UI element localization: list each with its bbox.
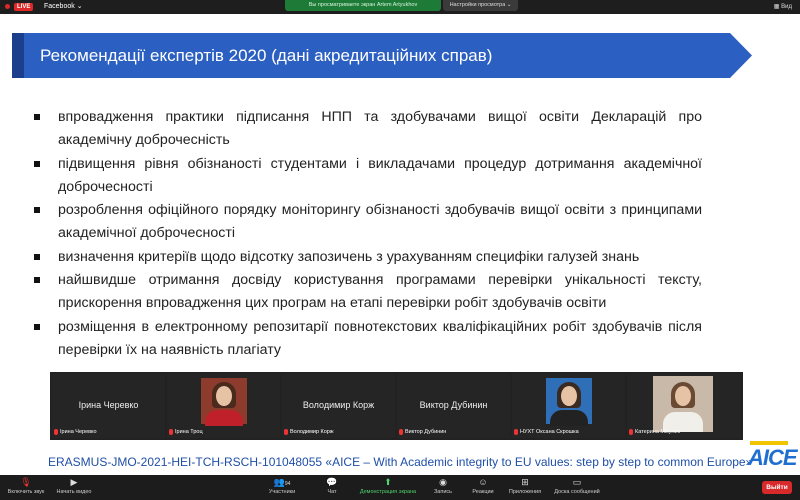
record-button[interactable]: ◉ Запись <box>428 477 458 495</box>
share-screen-icon: ⬆ <box>384 477 392 487</box>
participant-name-large: Володимир Корж <box>302 400 375 410</box>
bullet-text: впровадження практики підписання НПП та … <box>58 109 702 148</box>
list-item: впровадження практики підписання НПП та … <box>30 106 702 152</box>
participant-label: Ірина Троц <box>175 429 203 435</box>
bullet-text: визначення критеріїв щодо відсотку запоз… <box>58 248 640 265</box>
mic-muted-icon <box>399 429 403 435</box>
apps-button[interactable]: ⊞ Приложения <box>504 477 546 495</box>
participant-label: НУХТ Оксана Скрошка <box>520 429 579 435</box>
screen-share-notice: Вы просматриваете экран Artem Artyukhov <box>285 0 441 11</box>
participant-video <box>653 376 713 432</box>
mic-muted-icon <box>54 429 58 435</box>
list-item: визначення критеріїв щодо відсотку запоз… <box>30 246 702 269</box>
bullet-text: найшвидше отримання досвіду користування… <box>58 272 702 311</box>
participants-icon: 👥 <box>273 477 285 487</box>
participant-name-large: Ірина Черевко <box>78 400 139 410</box>
participant-label: Ірина Черевко <box>60 429 97 435</box>
chevron-down-icon: ⌄ <box>76 3 83 10</box>
top-bar: LIVE Facebook ⌄ Вы просматриваете экран … <box>0 0 800 14</box>
participant-tile[interactable]: Ірина Троц <box>167 374 280 438</box>
live-badge: LIVE <box>14 3 34 11</box>
toolbar-label: Запись <box>433 489 453 495</box>
start-video-button[interactable]: ▶ Начать видео <box>50 477 98 495</box>
chevron-down-icon: ⌄ <box>506 2 512 8</box>
mic-muted-icon <box>514 429 518 435</box>
slide-title: Рекомендації експертів 2020 (дані акреди… <box>40 46 493 65</box>
apps-icon: ⊞ <box>521 477 529 487</box>
list-item: розміщення в електронному репозитарії по… <box>30 316 702 362</box>
list-item: розроблення офіційного порядку моніторин… <box>30 199 702 245</box>
list-item: підвищення рівня обізнаності студентами … <box>30 153 702 199</box>
meeting-toolbar: 🎙 Включить звук ▶ Начать видео 👥94 Участ… <box>0 475 800 500</box>
aice-logo-text: AICE <box>748 445 798 470</box>
toolbar-label: Доска сообщений <box>554 489 600 495</box>
share-screen-button[interactable]: ⬆ Демонстрация экрана <box>352 477 424 495</box>
stream-target-label: Facebook <box>44 3 75 10</box>
mic-muted-icon <box>169 429 173 435</box>
grid-icon: ▦ <box>773 4 780 10</box>
video-off-icon: ▶ <box>70 477 78 487</box>
toolbar-label: Участники <box>268 489 296 495</box>
reactions-icon: ☺ <box>478 477 488 487</box>
view-settings-button[interactable]: Настройки просмотра ⌄ <box>443 0 518 11</box>
whiteboard-button[interactable]: ▭ Доска сообщений <box>548 477 606 495</box>
toolbar-label: Чат <box>327 489 337 495</box>
record-icon: ◉ <box>439 477 447 487</box>
reactions-button[interactable]: ☺ Реакции <box>466 477 500 495</box>
bullet-icon <box>34 323 40 330</box>
bullet-icon <box>34 207 40 213</box>
mic-muted-icon: 🎙 <box>20 477 32 487</box>
list-item: найшвидше отримання досвіду користування… <box>30 269 702 315</box>
mic-muted-icon <box>284 429 288 435</box>
project-footer: ERASMUS-JMO-2021-HEI-TCH-RSCH-101048055 … <box>48 455 753 469</box>
participant-label: Виктор Дубинин <box>405 429 447 435</box>
chat-button[interactable]: 💬 Чат <box>318 477 346 495</box>
unmute-button[interactable]: 🎙 Включить звук <box>4 477 48 495</box>
participant-video <box>546 378 592 426</box>
title-banner: Рекомендації експертів 2020 (дані акреди… <box>12 33 752 78</box>
aice-logo: AICE <box>748 439 798 471</box>
toolbar-label: Начать видео <box>56 489 92 495</box>
participant-video <box>201 378 247 426</box>
participant-tile[interactable]: НУХТ Оксана Скрошка <box>512 374 625 438</box>
participants-button[interactable]: 👥94 Участники <box>262 477 302 495</box>
participant-tile[interactable]: Катерина Мікулик <box>627 374 740 438</box>
participant-label: Володимир Корж <box>290 429 334 435</box>
view-button[interactable]: ▦ Вид <box>774 2 792 12</box>
toolbar-label: Реакции <box>472 489 494 495</box>
participant-name-large: Виктор Дубинин <box>419 400 488 410</box>
toolbar-label: Приложения <box>508 489 542 495</box>
participant-label: Катерина Мікулик <box>635 429 681 435</box>
participant-tile[interactable]: Володимир Корж Володимир Корж <box>282 374 395 438</box>
whiteboard-icon: ▭ <box>572 477 582 487</box>
bullet-icon <box>34 253 40 260</box>
view-label: Вид <box>781 4 792 10</box>
participants-count: 94 <box>284 481 291 487</box>
chat-icon: 💬 <box>326 477 338 487</box>
leave-button[interactable]: Выйти <box>762 481 792 494</box>
bullet-icon <box>34 160 40 167</box>
recording-dot-icon <box>5 4 10 9</box>
mic-muted-icon <box>629 429 633 435</box>
toolbar-label: Демонстрация экрана <box>359 489 417 495</box>
bullet-text: розміщення в електронному репозитарії по… <box>58 318 702 358</box>
bullet-icon <box>34 277 40 283</box>
stream-target-dropdown[interactable]: Facebook ⌄ <box>44 2 83 12</box>
shared-slide: Рекомендації експертів 2020 (дані акреди… <box>0 14 800 475</box>
participant-tile[interactable]: Ірина Черевко Ірина Черевко <box>52 374 165 438</box>
recommendation-list: впровадження практики підписання НПП та … <box>30 106 702 362</box>
view-settings-label: Настройки просмотра <box>449 2 506 8</box>
bullet-icon <box>34 114 40 120</box>
toolbar-label: Включить звук <box>7 489 45 495</box>
participant-strip: Ірина Черевко Ірина Черевко Ірина Троц В… <box>50 372 743 440</box>
bullet-text: підвищення рівня обізнаності студентами … <box>58 155 702 195</box>
bullet-text: розроблення офіційного порядку моніторин… <box>58 202 702 241</box>
participant-tile[interactable]: Виктор Дубинин Виктор Дубинин <box>397 374 510 438</box>
